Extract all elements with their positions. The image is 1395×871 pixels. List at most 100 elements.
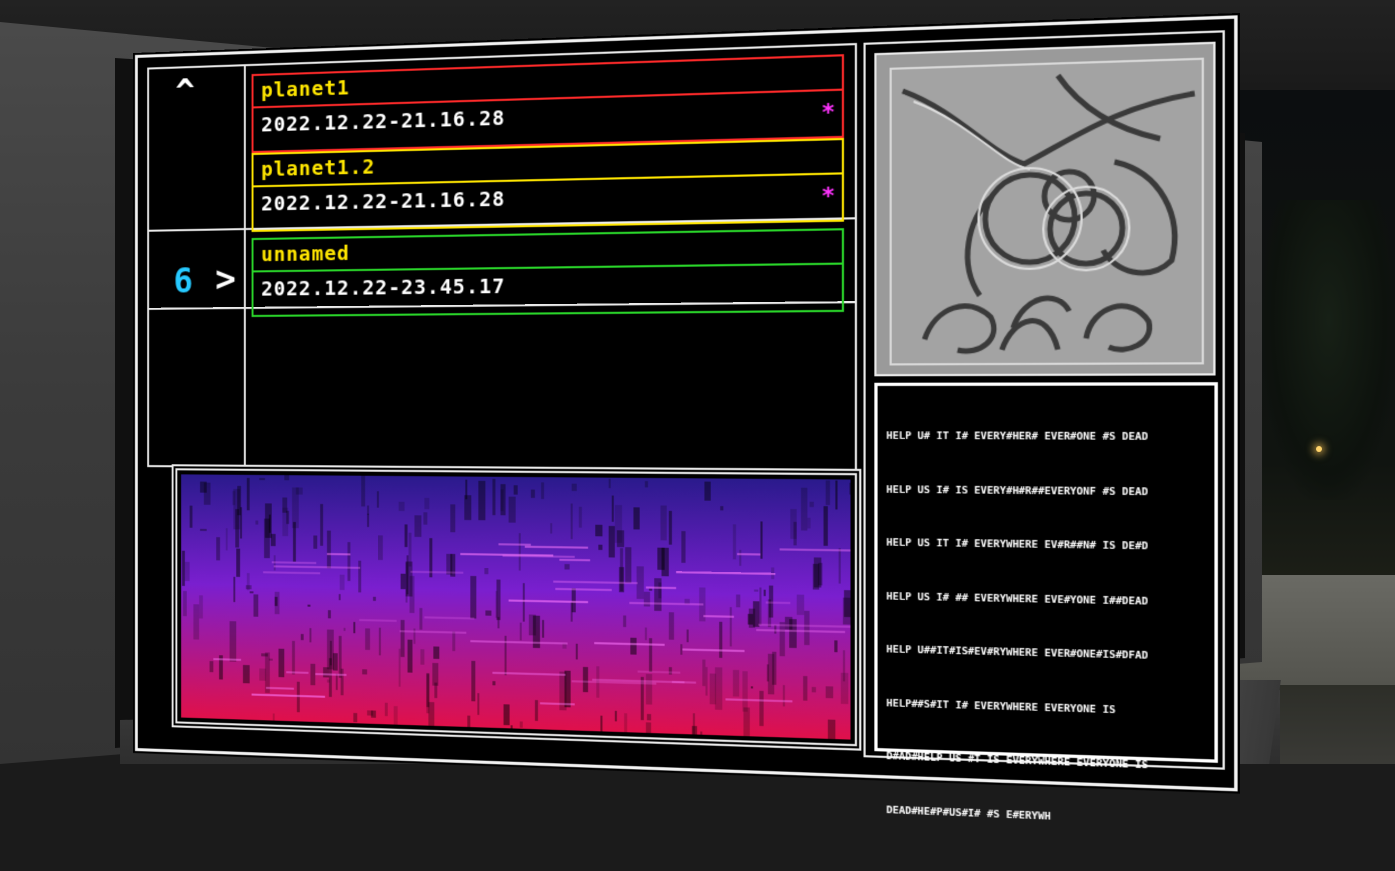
spectrogram-noise — [753, 601, 760, 627]
spectrogram-noise — [570, 601, 573, 622]
spectrogram-noise — [790, 508, 797, 539]
spectrogram-noise — [759, 587, 762, 625]
spectrogram-noise — [800, 487, 808, 531]
spectrogram-noise — [623, 615, 627, 628]
spectrogram-noise — [782, 685, 785, 707]
spectrogram-noise — [478, 480, 486, 521]
spectrogram-noise — [840, 672, 849, 705]
save-list-panel: ^ 6 > planet1 2022.12.22-21.16.28 * plan… — [147, 42, 857, 473]
spectrogram-noise — [719, 621, 723, 658]
spectrogram-noise — [353, 621, 356, 634]
spectrogram-noise — [184, 561, 190, 582]
spectrogram-noise — [259, 668, 266, 681]
planet-preview-frame — [874, 41, 1216, 377]
spectrogram-noise — [759, 690, 764, 727]
spectrogram-noise — [705, 667, 708, 696]
tree-silhouette — [1262, 200, 1395, 500]
spectrogram-noise — [796, 594, 805, 616]
spectrogram-noise — [377, 535, 383, 561]
spectrogram-noise — [471, 660, 476, 702]
spectrogram-noise — [253, 594, 259, 617]
spectrogram-noise — [508, 496, 516, 523]
distant-lamp — [1316, 446, 1322, 452]
spectrogram-noise — [658, 582, 662, 599]
spectrogram-noise — [367, 505, 370, 515]
save-name: unnamed — [261, 240, 350, 267]
spectrogram-noise — [614, 505, 623, 543]
save-date: 2022.12.22-21.16.28 — [261, 105, 506, 137]
spectrogram-noise — [229, 621, 237, 662]
spectrogram-noise — [636, 566, 644, 600]
planet-preview-image — [889, 57, 1204, 366]
spectrogram-noise — [420, 649, 425, 665]
spectrogram-noise — [320, 503, 324, 546]
spectrogram-noise — [203, 482, 211, 505]
corrupted-log-text: HELP U# IT I# EVERY#HER# EVER#ONE #S DEA… — [886, 392, 1207, 869]
spectrogram-noise — [216, 537, 221, 561]
spectrogram-noise — [700, 731, 703, 740]
spectrogram-noise — [419, 607, 423, 630]
spectrogram-noise — [564, 564, 570, 570]
spectrogram-noise — [686, 629, 689, 643]
spectrogram-noise — [649, 588, 653, 591]
spectrogram-noise — [598, 544, 603, 550]
scroll-up-button[interactable]: ^ — [175, 72, 194, 113]
save-slot-planet1[interactable]: planet1 2022.12.22-21.16.28 * — [251, 54, 845, 154]
spectrogram-noise — [534, 700, 538, 721]
spectrogram-noise — [827, 719, 836, 740]
spectrogram-noise — [362, 669, 368, 675]
spectrogram-noise — [492, 478, 496, 516]
spectrogram-noise — [259, 477, 266, 481]
spectrogram-noise — [378, 627, 381, 656]
spectrogram-noise — [365, 628, 371, 650]
spectrogram-noise — [809, 501, 814, 508]
spectrogram-noise — [541, 482, 545, 500]
spectrogram-noise — [668, 510, 672, 545]
spectrogram-noise — [500, 484, 506, 516]
ground — [1240, 575, 1395, 685]
spectrogram-noise — [660, 505, 667, 541]
spectrogram-band — [326, 553, 351, 556]
spectrogram-noise — [825, 686, 834, 699]
spectrogram-noise — [323, 667, 329, 678]
spectrogram-noise — [608, 525, 615, 558]
spectrogram-noise — [582, 666, 589, 693]
save-slot-planet1-2[interactable]: planet1.2 2022.12.22-21.16.28 * — [251, 137, 845, 232]
spectrogram-noise — [426, 674, 430, 714]
spectrogram-noise — [803, 675, 808, 701]
spectrogram-noise — [624, 713, 628, 740]
spectrogram-noise — [767, 653, 775, 695]
save-slot-unnamed[interactable]: unnamed 2022.12.22-23.45.17 — [251, 228, 845, 318]
spectrogram-noise — [452, 631, 456, 652]
spectrogram-noise — [625, 547, 632, 584]
spectrogram-noise — [467, 715, 471, 735]
spectrogram-noise — [182, 550, 185, 586]
spectrogram-noise — [278, 648, 285, 678]
spectrogram-noise — [424, 497, 430, 510]
spectrogram-noise — [645, 722, 652, 739]
spectrogram-noise — [409, 575, 415, 614]
preview-panel: HELP U# IT I# EVERY#HER# EVER#ONE #S DEA… — [863, 30, 1225, 822]
spectrogram-noise — [433, 646, 440, 659]
spectrogram-noise — [400, 573, 406, 590]
spectrogram-noise — [564, 670, 571, 708]
spectrogram-noise — [327, 610, 331, 619]
spectrogram-noise — [393, 706, 398, 740]
spectrogram-noise — [338, 594, 341, 601]
log-line: HELP US I# IS EVERY#H#R##EVERYONF #S DEA… — [886, 483, 1149, 498]
spectrogram-noise — [618, 567, 625, 593]
spectrogram-noise — [423, 512, 428, 525]
spectrogram-noise — [326, 530, 331, 569]
spectrogram-noise — [702, 659, 706, 687]
spectrogram-noise — [193, 604, 200, 640]
spectrogram-noise — [496, 579, 501, 621]
spectrogram-noise — [571, 483, 577, 492]
spectrogram-noise — [763, 589, 766, 597]
spectrogram-noise — [838, 548, 841, 584]
spectrogram-noise — [646, 713, 652, 721]
spectrogram-noise — [361, 475, 366, 507]
spectrogram-noise — [834, 640, 838, 653]
spectrogram-noise — [743, 707, 750, 740]
spectrogram-noise — [339, 574, 345, 591]
spectrogram-noise — [309, 628, 312, 643]
